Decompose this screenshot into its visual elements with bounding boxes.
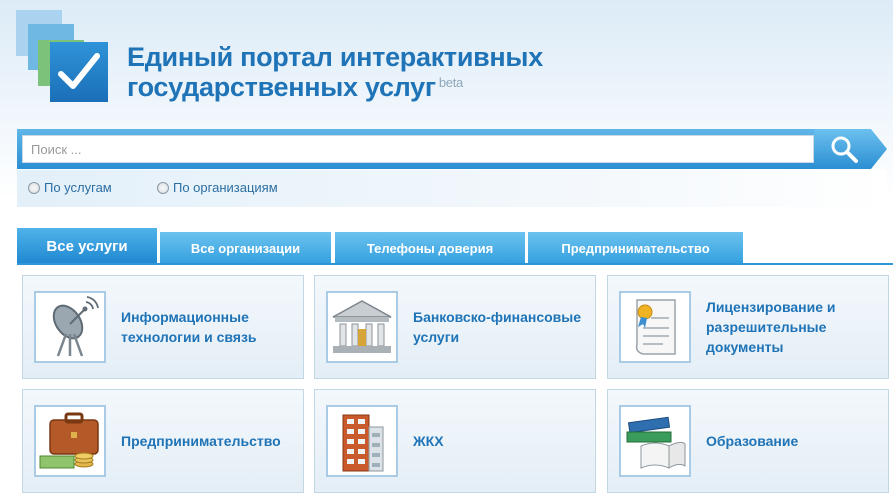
tab-all-services[interactable]: Все услуги [17,228,157,264]
radio-by-services[interactable]: По услугам [28,180,112,195]
search-input[interactable] [22,135,814,163]
beta-badge: beta [438,75,463,90]
category-label: Предпринимательство [121,433,281,449]
search-button[interactable] [814,129,887,169]
checkmark-icon [50,42,108,102]
tab-entrepreneurship[interactable]: Предпринимательство [528,232,743,264]
search-bar [17,129,887,169]
apartment-building-icon [326,405,398,477]
title-line-2: государственных услуг [127,72,436,102]
category-card-housing[interactable]: ЖКХ [314,389,596,493]
category-label: ЖКХ [413,433,444,449]
radio-label: По услугам [44,180,112,195]
category-label: Образование [706,433,799,449]
category-card-business[interactable]: Предпринимательство [22,389,304,493]
tab-trust-phones[interactable]: Телефоны доверия [335,232,525,264]
category-label: Банковско-финансовые услуги [413,309,581,345]
radio-button[interactable] [157,181,169,194]
books-icon [619,405,691,477]
radio-by-organizations[interactable]: По организациям [157,180,278,195]
category-card-licensing[interactable]: Лицензирование и разрешительные документ… [607,275,889,379]
tab-underline [17,263,893,265]
bank-building-icon [326,291,398,363]
radio-label: По организациям [173,180,278,195]
portal-logo[interactable] [16,10,112,106]
portal-title[interactable]: Единый портал интерактивных государствен… [127,42,543,102]
briefcase-money-icon [34,405,106,477]
category-card-education[interactable]: Образование [607,389,889,493]
tab-all-organizations[interactable]: Все организации [160,232,331,264]
main-tabs: Все услуги Все организации Телефоны дове… [17,228,893,264]
category-card-it[interactable]: Информационные технологии и связь [22,275,304,379]
category-label: Лицензирование и разрешительные документ… [706,299,836,355]
title-line-1: Единый портал интерактивных [127,42,543,72]
certificate-document-icon [619,291,691,363]
radio-button[interactable] [28,181,40,194]
category-label: Информационные технологии и связь [121,309,257,345]
search-mode-row: По услугам По организациям [17,170,887,207]
magnifier-icon [831,136,858,163]
satellite-dish-icon [34,291,106,363]
category-card-banking[interactable]: Банковско-финансовые услуги [314,275,596,379]
